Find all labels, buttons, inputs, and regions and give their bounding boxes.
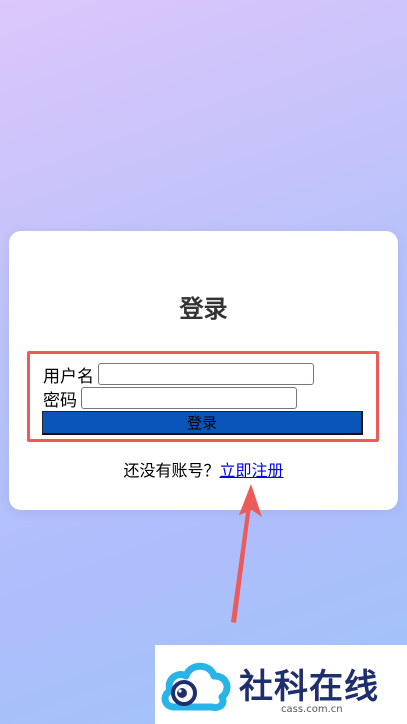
register-prompt: 还没有账号？: [123, 461, 220, 480]
username-input[interactable]: [98, 363, 314, 385]
watermark-url: cass.com.cn: [281, 704, 343, 715]
login-card: 登录 用户名 密码 登录 还没有账号？立即注册: [9, 231, 398, 510]
password-label: 密码: [43, 390, 77, 411]
register-link[interactable]: 立即注册: [220, 461, 284, 480]
username-row: 用户名: [43, 362, 314, 387]
arrow-shaft: [231, 505, 251, 623]
login-button[interactable]: 登录: [42, 411, 363, 435]
watermark-brand: 社科在线: [239, 667, 379, 707]
password-row: 密码: [43, 386, 297, 411]
username-label: 用户名: [43, 366, 94, 387]
register-line: 还没有账号？立即注册: [9, 457, 398, 481]
cloud-eye-logo-icon: [161, 662, 231, 711]
password-input[interactable]: [81, 387, 297, 409]
watermark: 社科在线 cass.com.cn: [155, 645, 407, 724]
page-title: 登录: [179, 295, 228, 323]
